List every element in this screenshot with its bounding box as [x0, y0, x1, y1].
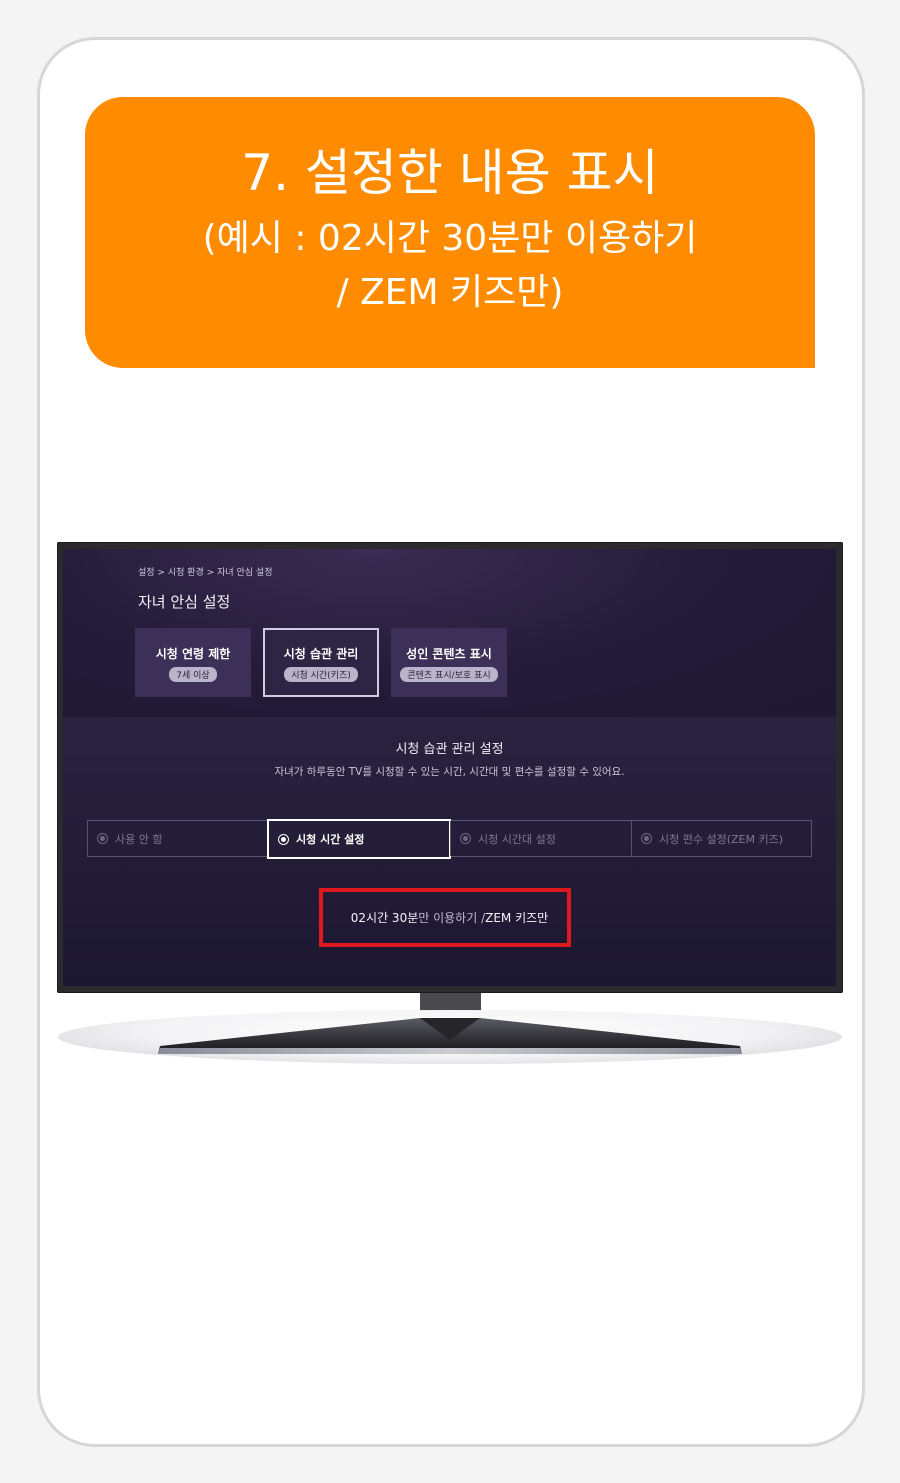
banner-example-line1: (예시 : 02시간 30분만 이용하기: [202, 218, 698, 259]
category-label: 성인 콘텐츠 표시: [406, 647, 492, 661]
step-banner: 7. 설정한 내용 표시 (예시 : 02시간 30분만 이용하기 / ZEM …: [85, 97, 815, 368]
radio-icon: [97, 833, 108, 844]
option-episode-count[interactable]: 시청 편수 설정(ZEM 키즈): [631, 821, 811, 856]
category-adult-content[interactable]: 성인 콘텐츠 표시 콘텐츠 표시/보호 표시: [391, 628, 507, 697]
option-time-slot[interactable]: 시청 시간대 설정: [450, 821, 631, 856]
category-viewing-habit[interactable]: 시청 습관 관리 시청 시간(키즈): [263, 628, 379, 697]
radio-icon: [641, 833, 652, 844]
breadcrumb: 설정 > 시청 환경 > 자녀 안심 설정: [138, 568, 273, 578]
tv-stand-base: [158, 1018, 742, 1054]
option-label: 시청 시간대 설정: [478, 832, 556, 846]
option-label: 시청 시간 설정: [296, 833, 365, 846]
category-value-badge: 콘텐츠 표시/보호 표시: [400, 667, 498, 682]
option-group: 사용 안 함 시청 시간 설정 시청 시간대 설정 시청 편수 설정(ZEM 키…: [87, 819, 812, 859]
category-label: 시청 습관 관리: [283, 647, 359, 661]
category-label: 시청 연령 제한: [155, 647, 231, 661]
section-description: 자녀가 하루동안 TV를 시청할 수 있는 시간, 시간대 및 편수를 설정할 …: [274, 766, 625, 778]
highlight-box: [319, 888, 571, 947]
section-title: 시청 습관 관리 설정: [395, 742, 504, 757]
category-value-badge: 7세 이상: [169, 667, 217, 682]
option-disabled[interactable]: 사용 안 함: [88, 821, 268, 856]
page-title: 자녀 안심 설정: [138, 593, 231, 611]
banner-title: 7. 설정한 내용 표시: [241, 144, 659, 202]
category-age-limit[interactable]: 시청 연령 제한 7세 이상: [135, 628, 251, 697]
option-label: 사용 안 함: [115, 832, 163, 846]
option-label: 시청 편수 설정(ZEM 키즈): [659, 832, 784, 846]
option-viewing-time[interactable]: 시청 시간 설정: [267, 819, 451, 859]
category-value-badge: 시청 시간(키즈): [284, 667, 358, 682]
radio-icon: [460, 833, 471, 844]
banner-example-line2: / ZEM 키즈만): [336, 272, 564, 313]
radio-selected-icon: [278, 833, 289, 845]
